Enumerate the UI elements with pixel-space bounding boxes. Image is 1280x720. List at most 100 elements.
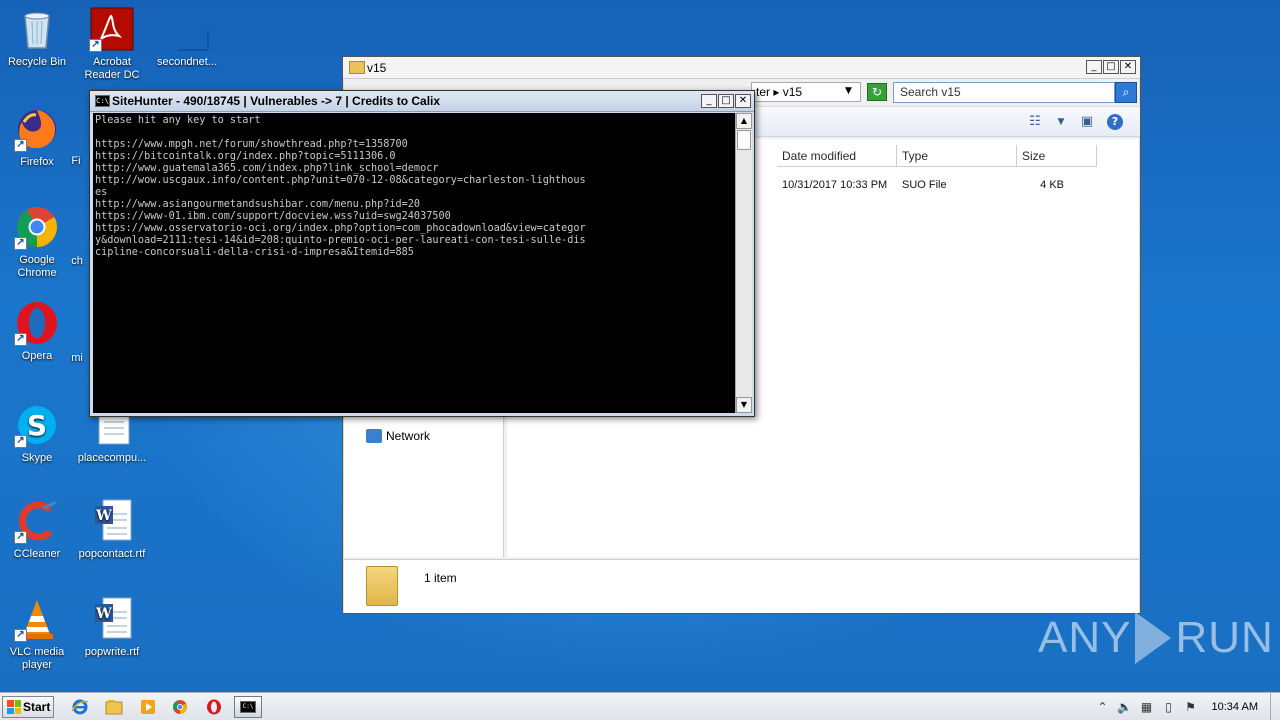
start-label: Start: [23, 700, 51, 714]
svg-text:W: W: [95, 508, 112, 524]
console-scrollbar[interactable]: ▲ ▼: [735, 113, 752, 413]
console-output[interactable]: Please hit any key to start https://www.…: [93, 113, 735, 413]
clock[interactable]: 10:34 AM: [1212, 701, 1258, 713]
explorer-title: v15: [367, 61, 387, 75]
console-title: SiteHunter - 490/18745 | Vulnerables -> …: [112, 94, 441, 108]
desktop-icon-secondnet[interactable]: secondnet...: [150, 6, 224, 69]
acrobat-icon: ↗: [89, 6, 135, 52]
network-icon[interactable]: ▦: [1139, 699, 1155, 715]
file-explorer-icon[interactable]: [102, 696, 126, 718]
start-button[interactable]: Start: [2, 696, 54, 718]
chrome-icon: ↗: [14, 204, 60, 250]
opera-icon[interactable]: [202, 696, 226, 718]
column-type[interactable]: Type: [897, 145, 1017, 167]
close-button[interactable]: ✕: [735, 94, 751, 108]
console-taskbar-icon[interactable]: C:\: [234, 696, 262, 718]
desktop-icon-chrome[interactable]: ↗ Google Chrome: [0, 204, 74, 280]
maximize-button[interactable]: □: [718, 94, 734, 108]
nav-item-label: Network: [386, 429, 431, 443]
desktop-icon-opera[interactable]: ↗ Opera: [0, 300, 74, 363]
chrome-icon[interactable]: [168, 696, 192, 718]
desktop-icon-label: Firefox: [20, 156, 54, 168]
preview-pane-icon[interactable]: ▣: [1079, 114, 1095, 130]
play-logo-icon: [1135, 612, 1172, 664]
desktop-icon-partial[interactable]: mi: [66, 352, 88, 365]
file-row[interactable]: 10/31/2017 10:33 PM SUO File 4 KB: [777, 179, 1069, 191]
desktop-icon-acrobat[interactable]: ↗ Acrobat Reader DC: [75, 6, 149, 82]
column-size[interactable]: Size: [1017, 145, 1097, 167]
scroll-down-icon[interactable]: ▼: [736, 397, 752, 413]
desktop-icon-partial[interactable]: ch: [66, 255, 88, 268]
desktop-icon-skype[interactable]: S ↗ Skype: [0, 402, 74, 465]
network-icon: [366, 429, 382, 443]
action-center-flag-icon[interactable]: ⚑: [1183, 699, 1199, 715]
show-hidden-icons-icon[interactable]: ⌃: [1095, 699, 1111, 715]
desktop-icon-label: mi: [71, 352, 83, 364]
maximize-button[interactable]: □: [1103, 60, 1119, 74]
help-icon[interactable]: ?: [1107, 114, 1123, 130]
console-titlebar[interactable]: C:\ SiteHunter - 490/18745 | Vulnerables…: [90, 91, 754, 112]
power-icon[interactable]: ▯: [1161, 699, 1177, 715]
desktop-icon-vlc[interactable]: ↗ VLC media player: [0, 596, 74, 672]
skype-icon: S ↗: [14, 402, 60, 448]
desktop-icon-popwrite[interactable]: W popwrite.rtf: [75, 596, 149, 659]
firefox-icon: ↗: [14, 106, 60, 152]
desktop-icon-label: Google Chrome: [17, 254, 57, 279]
view-options-icon[interactable]: ☷: [1027, 114, 1043, 130]
desktop-icon-label: placecompu...: [77, 452, 147, 464]
minimize-button[interactable]: _: [1086, 60, 1102, 74]
file-size: 4 KB: [1040, 179, 1064, 191]
file-date-modified: 10/31/2017 10:33 PM: [782, 179, 888, 191]
desktop-icon-label: Skype: [21, 452, 53, 464]
folder-icon: [349, 61, 365, 74]
details-pane: 1 item: [344, 559, 1139, 613]
search-placeholder: Search v15: [900, 85, 961, 99]
shortcut-arrow-icon: ↗: [89, 39, 102, 52]
ccleaner-icon: ↗: [14, 498, 60, 544]
internet-explorer-icon[interactable]: [68, 696, 92, 718]
scroll-thumb[interactable]: [737, 130, 751, 150]
volume-icon[interactable]: 🔈: [1117, 699, 1133, 715]
explorer-titlebar[interactable]: v15 _ □ ✕: [343, 57, 1140, 79]
desktop-icon-partial[interactable]: Fi: [66, 155, 86, 168]
column-date-modified[interactable]: Date modified: [777, 145, 897, 167]
word-document-icon: W: [89, 596, 135, 642]
search-icon[interactable]: ⌕: [1115, 82, 1137, 103]
desktop-icon-firefox[interactable]: ↗ Firefox: [0, 106, 74, 169]
search-input[interactable]: Search v15: [893, 82, 1115, 103]
desktop-icon-label: secondnet...: [157, 56, 217, 68]
svg-text:W: W: [95, 606, 112, 622]
media-player-icon[interactable]: [136, 696, 160, 718]
refresh-icon[interactable]: ↻: [867, 83, 887, 101]
svg-text:S: S: [27, 409, 47, 442]
console-icon: C:\: [95, 95, 110, 107]
view-dropdown-icon[interactable]: ▼: [1053, 114, 1069, 130]
watermark-text-left: ANY: [1038, 613, 1132, 662]
windows-logo-icon: [7, 700, 21, 714]
desktop-icon-label: popwrite.rtf: [84, 646, 140, 658]
desktop-icon-label: popcontact.rtf: [78, 548, 146, 560]
desktop-icon-ccleaner[interactable]: ↗ CCleaner: [0, 498, 74, 561]
desktop-icon-label: VLC media player: [9, 646, 65, 671]
nav-item-network[interactable]: Network: [366, 429, 430, 443]
address-dropdown-icon[interactable]: ▼: [845, 86, 852, 96]
folder-icon: [366, 566, 398, 606]
shortcut-arrow-icon: ↗: [14, 531, 27, 544]
shortcut-arrow-icon: ↗: [14, 139, 27, 152]
minimize-button[interactable]: _: [701, 94, 717, 108]
close-button[interactable]: ✕: [1120, 60, 1136, 74]
desktop-icon-label: ch: [71, 255, 83, 267]
desktop-icon-popcontact[interactable]: W popcontact.rtf: [75, 498, 149, 561]
taskbar: Start C:\ ⌃ 🔈 ▦ ▯ ⚑ 10:34 AM: [0, 692, 1280, 720]
console-window[interactable]: C:\ SiteHunter - 490/18745 | Vulnerables…: [89, 90, 755, 417]
desktop-icon-label: Recycle Bin: [7, 56, 67, 68]
desktop: Recycle Bin ↗ Acrobat Reader DC secondne…: [0, 0, 1280, 692]
opera-icon: ↗: [14, 300, 60, 346]
system-tray: ⌃ 🔈 ▦ ▯ ⚑ 10:34 AM: [1092, 693, 1280, 720]
desktop-icon-recycle-bin[interactable]: Recycle Bin: [0, 6, 74, 69]
scroll-up-icon[interactable]: ▲: [736, 113, 752, 129]
desktop-icon-label: Acrobat Reader DC: [84, 56, 140, 81]
item-count: 1 item: [424, 571, 457, 585]
show-desktop-button[interactable]: [1270, 693, 1280, 720]
desktop-icon-label: Fi: [71, 155, 81, 167]
